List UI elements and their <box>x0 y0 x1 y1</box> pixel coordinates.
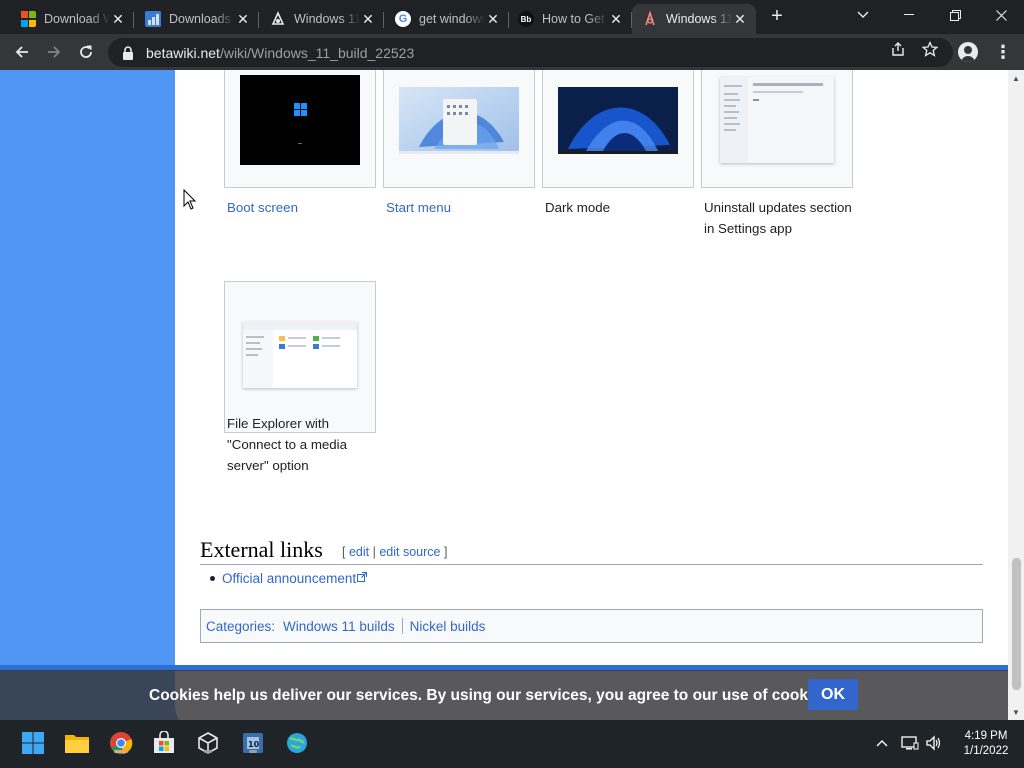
tab-title: How to Get Windows 11 <box>542 12 608 26</box>
betawiki-icon <box>642 11 658 27</box>
restore-button[interactable] <box>932 0 978 30</box>
back-button[interactable] <box>8 38 36 66</box>
show-hidden-icons-chevron-icon[interactable] <box>873 734 891 752</box>
clock-date: 1/1/2022 <box>963 745 1009 757</box>
cookie-notice-text: Cookies help us deliver our services. By… <box>149 687 834 704</box>
start-menu-image <box>399 87 519 154</box>
close-window-button[interactable] <box>978 0 1024 30</box>
edit-link[interactable]: edit <box>349 545 369 559</box>
volume-icon[interactable] <box>925 734 943 752</box>
clock-time: 4:19 PM <box>964 730 1008 742</box>
tab-search-button[interactable] <box>840 0 886 30</box>
scroll-thumb[interactable] <box>1012 558 1021 690</box>
tab-title: Downloads - UUP dump <box>169 12 235 26</box>
reload-button[interactable] <box>72 38 100 66</box>
close-tab-icon[interactable]: ✕ <box>485 11 501 28</box>
close-tab-icon[interactable]: ✕ <box>608 11 624 28</box>
gallery-caption[interactable]: Boot screen <box>227 197 387 218</box>
file-explorer-icon[interactable] <box>64 730 90 756</box>
browser-tab[interactable]: G get windows 11 ✕ <box>385 4 509 34</box>
close-tab-icon[interactable]: ✕ <box>110 11 126 28</box>
browser-tab[interactable]: Downloads - UUP dump ✕ <box>135 4 259 34</box>
scroll-down-arrow-icon[interactable]: ▼ <box>1008 704 1024 720</box>
chrome-menu-icon[interactable]: ⋮ <box>993 42 1013 62</box>
svg-text:10: 10 <box>248 740 260 749</box>
boot-screen-image <box>240 75 360 165</box>
gallery-caption[interactable]: Start menu <box>386 197 546 218</box>
new-tab-button[interactable]: + <box>766 6 788 28</box>
browser-tab[interactable]: Download Windows 11 ✕ <box>10 4 134 34</box>
tab-title: Windows 11 build 22523 <box>666 12 732 26</box>
microsoft-logo-icon <box>20 11 36 27</box>
tab-title: Download Windows 11 <box>44 12 110 26</box>
forward-button[interactable] <box>40 38 68 66</box>
gallery-thumbnail-boot-screen[interactable] <box>224 70 376 188</box>
gallery-thumbnail-uninstall-updates[interactable] <box>701 70 853 188</box>
close-tab-icon[interactable]: ✕ <box>732 11 748 28</box>
network-globe-icon[interactable] <box>284 730 310 756</box>
scroll-up-arrow-icon[interactable]: ▲ <box>1008 70 1024 86</box>
browser-tab[interactable]: Bb How to Get Windows 11 ✕ <box>508 4 632 34</box>
list-bullet <box>210 576 215 581</box>
mouse-cursor-icon <box>183 189 197 210</box>
gallery-thumbnail-file-explorer[interactable] <box>224 281 376 433</box>
heading-divider <box>200 564 983 565</box>
external-links-heading: External links <box>200 537 323 562</box>
edit-source-link[interactable]: edit source <box>379 545 440 559</box>
url-host: betawiki.net <box>146 44 220 61</box>
external-link-icon <box>357 572 368 582</box>
gallery-caption: Dark mode <box>545 200 611 215</box>
virtualbox-icon[interactable] <box>195 730 221 756</box>
share-icon[interactable] <box>889 40 907 58</box>
page-viewport: Boot screen Start menu Dark mode Uninsta… <box>0 70 1008 720</box>
category-link[interactable]: Windows 11 builds <box>283 619 395 634</box>
network-icon[interactable] <box>901 734 919 752</box>
gallery-thumbnail-start-menu[interactable] <box>383 70 535 188</box>
bleeping-icon: Bb <box>518 11 534 27</box>
gallery-thumbnail-dark-mode[interactable] <box>542 70 694 188</box>
cpu-z-icon[interactable]: 10 <box>240 730 266 756</box>
dark-mode-image <box>558 87 678 154</box>
start-icon[interactable] <box>20 730 46 756</box>
tab-strip: Download Windows 11 ✕ Downloads - UUP du… <box>0 0 1024 34</box>
bookmark-star-icon[interactable] <box>921 40 939 58</box>
tab-title: Windows 11 build <box>294 12 360 26</box>
file-explorer-image <box>243 322 357 388</box>
lock-icon[interactable] <box>122 45 136 60</box>
tab-title: get windows 11 <box>419 12 485 26</box>
categories-label-link[interactable]: Categories: <box>206 619 275 634</box>
microsoft-store-icon[interactable] <box>151 730 177 756</box>
google-icon: G <box>395 11 411 27</box>
minimize-button[interactable] <box>886 0 932 30</box>
downloads-icon <box>145 11 161 27</box>
cookie-banner: Cookies help us deliver our services. By… <box>0 670 1008 720</box>
betawiki-icon <box>270 11 286 27</box>
chrome-icon[interactable] <box>108 730 134 756</box>
category-link[interactable]: Nickel builds <box>410 619 486 634</box>
browser-toolbar: betawiki.net/wiki/Windows_11_build_22523… <box>0 34 1024 70</box>
close-tab-icon[interactable]: ✕ <box>360 11 376 28</box>
section-edit-links: [ edit | edit source ] <box>342 545 448 559</box>
uninstall-updates-image <box>720 77 834 163</box>
article-content: Boot screen Start menu Dark mode Uninsta… <box>175 70 1008 720</box>
page-scrollbar[interactable]: ▲ ▼ <box>1008 70 1024 720</box>
official-announcement-link[interactable]: Official announcement <box>222 571 368 586</box>
profile-avatar-icon[interactable] <box>958 42 978 62</box>
url-path: /wiki/Windows_11_build_22523 <box>219 44 415 61</box>
browser-tab[interactable]: Windows 11 build ✕ <box>260 4 384 34</box>
category-links: Categories: Windows 11 builds Nickel bui… <box>200 609 983 643</box>
browser-tab-active[interactable]: Windows 11 build 22523 ✕ <box>632 4 756 34</box>
gallery-caption: Uninstall updates section in Settings ap… <box>704 200 852 236</box>
windows-taskbar: 10 4:19 PM 1/1/2022 <box>0 720 1024 768</box>
close-tab-icon[interactable]: ✕ <box>235 11 251 28</box>
gallery-caption: File Explorer with "Connect to a media s… <box>227 416 348 473</box>
cookie-ok-button[interactable]: OK <box>808 679 858 710</box>
address-bar[interactable]: betawiki.net/wiki/Windows_11_build_22523 <box>108 38 953 67</box>
taskbar-clock[interactable]: 4:19 PM 1/1/2022 <box>960 729 1012 759</box>
